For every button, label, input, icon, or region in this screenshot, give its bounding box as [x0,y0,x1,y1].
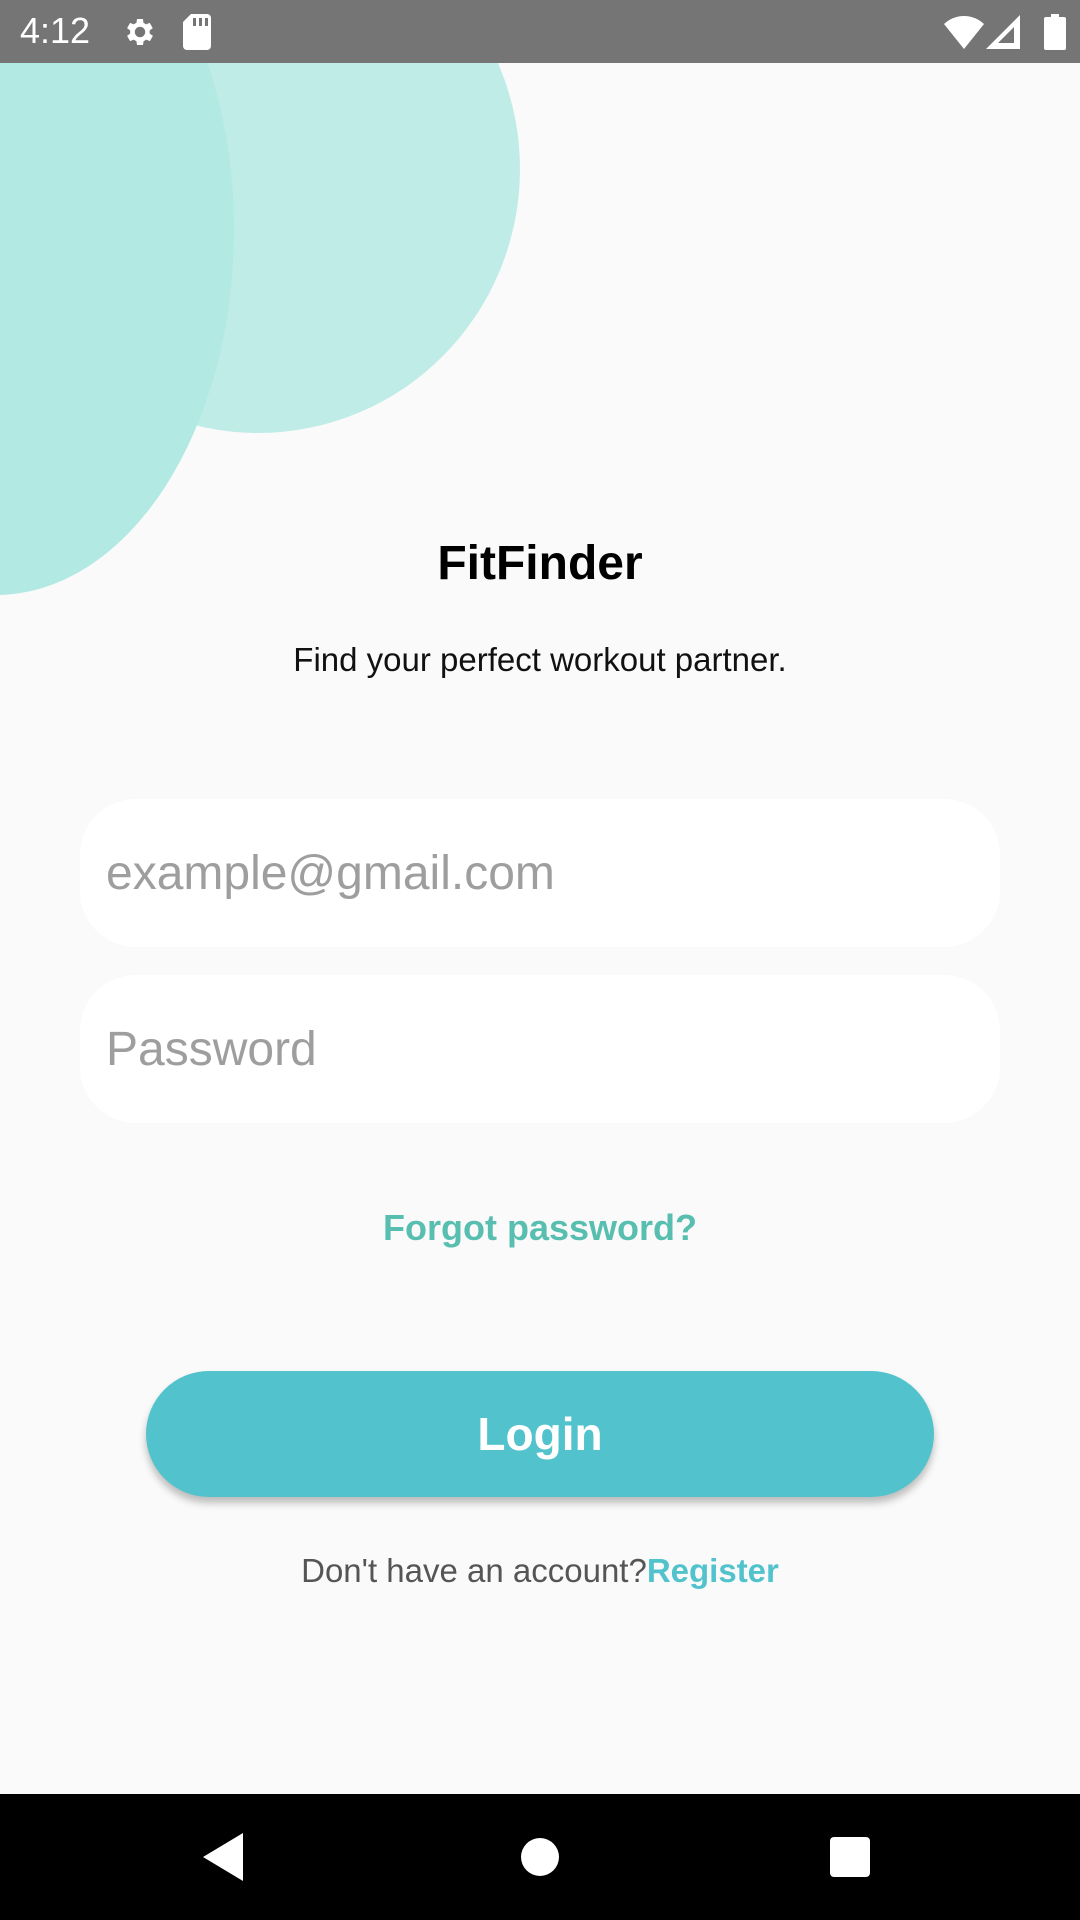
gear-icon [122,0,158,63]
wifi-icon [944,0,984,63]
battery-icon [1044,0,1066,63]
navigation-bar [0,1794,1080,1920]
register-row: Don't have an account?Register [0,1552,1080,1590]
forgot-password-link[interactable]: Forgot password? [0,1207,1080,1249]
home-icon[interactable] [480,1794,600,1920]
status-time: 4:12 [20,10,91,51]
signal-icon [986,0,1020,63]
register-link[interactable]: Register [647,1552,779,1589]
decor-circle-small [0,63,234,595]
app-subtitle: Find your perfect workout partner. [293,641,787,678]
password-field[interactable] [80,975,1000,1123]
status-bar: 4:12 [0,0,1080,63]
email-field[interactable] [80,799,1000,947]
register-prompt: Don't have an account? [301,1552,647,1589]
sd-card-icon [183,0,211,63]
login-button[interactable]: Login [146,1371,934,1497]
app-title: FitFinder [437,537,643,590]
recents-icon[interactable] [790,1794,910,1920]
back-icon[interactable] [165,1794,285,1920]
